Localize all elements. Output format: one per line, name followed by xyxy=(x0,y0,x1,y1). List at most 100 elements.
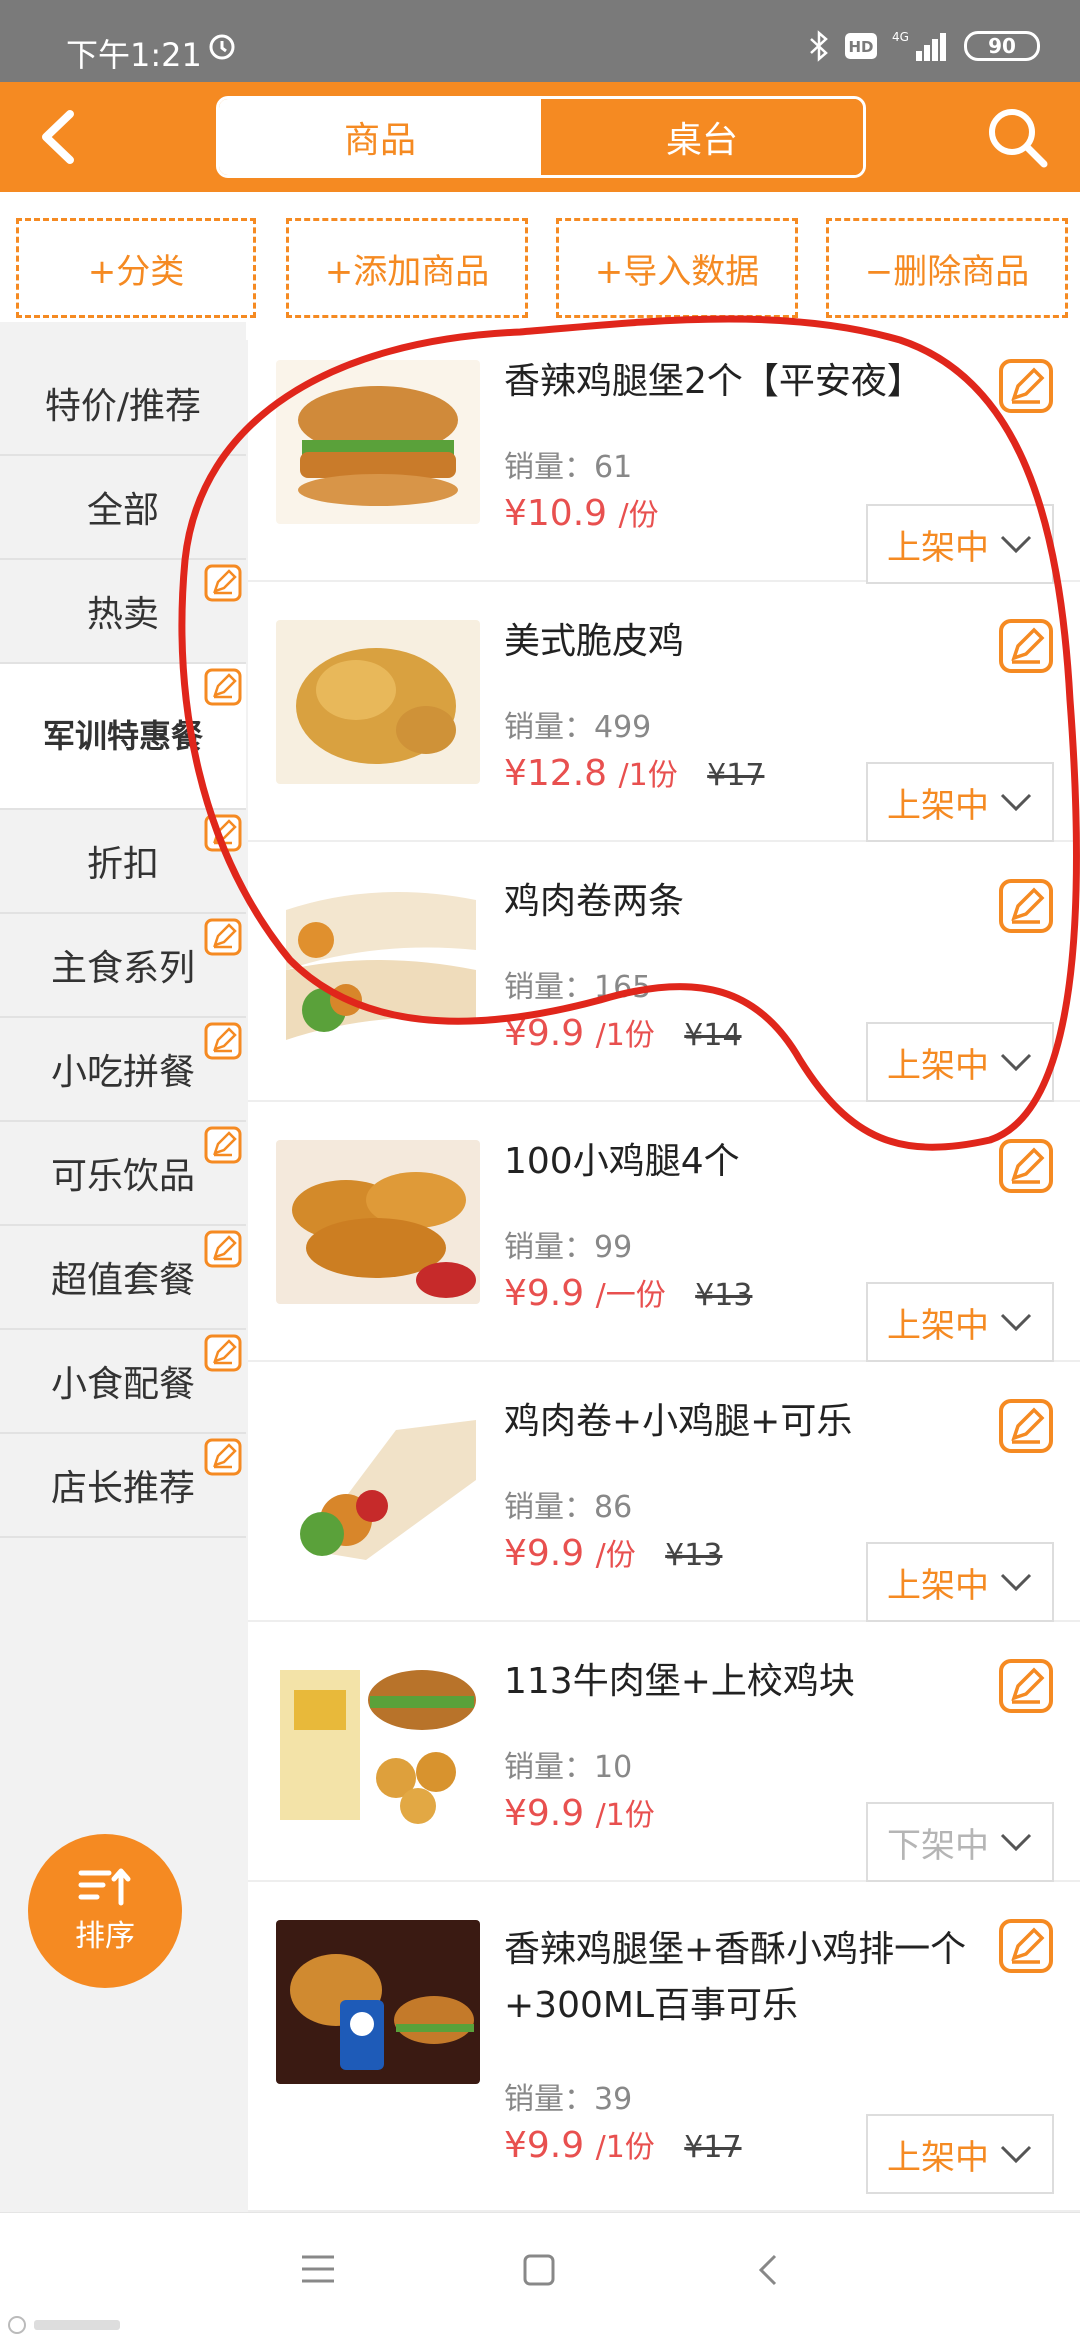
product-sales: 销量：99 xyxy=(504,1230,633,1265)
segment-tabs: 商品 桌台 xyxy=(216,96,866,178)
status-time: 下午1:21 xyxy=(66,36,202,74)
category-item-active[interactable]: 军训特惠餐 xyxy=(0,664,246,810)
product-sales: 销量：165 xyxy=(504,970,652,1005)
product-original-price: ¥13 xyxy=(695,1278,753,1313)
category-item[interactable]: 超值套餐 xyxy=(0,1226,246,1330)
product-unit: /1份 xyxy=(595,1798,655,1833)
edit-icon[interactable] xyxy=(998,358,1054,414)
product-price: ¥10.9 xyxy=(504,493,608,534)
product-name: 鸡肉卷+小鸡腿+可乐 xyxy=(504,1401,853,1442)
product-card[interactable]: 香辣鸡腿堡+香酥小鸡排一个+300ML百事可乐 销量：39 ¥9.9 /1份 ¥… xyxy=(248,1882,1080,2212)
category-item[interactable]: 折扣 xyxy=(0,810,246,914)
product-original-price: ¥17 xyxy=(707,758,765,793)
product-card[interactable]: 美式脆皮鸡 销量：499 ¥12.8 /1份 ¥17 上架中 xyxy=(248,582,1080,842)
shelf-status-dropdown[interactable]: 上架中 xyxy=(866,504,1054,584)
category-item[interactable]: 热卖 xyxy=(0,560,246,664)
edit-icon[interactable] xyxy=(204,1230,242,1268)
shelf-status-dropdown[interactable]: 上架中 xyxy=(866,1542,1054,1622)
product-price-row: ¥9.9 /一份 ¥13 xyxy=(504,1270,752,1314)
edit-icon[interactable] xyxy=(998,618,1054,674)
product-original-price: ¥14 xyxy=(684,1018,742,1053)
shelf-status-label: 上架中 xyxy=(887,1045,989,1086)
category-label: 店长推荐 xyxy=(50,1468,195,1509)
shelf-status-dropdown[interactable]: 上架中 xyxy=(866,2114,1054,2194)
edit-icon[interactable] xyxy=(204,814,242,852)
chevron-down-icon xyxy=(1000,1833,1032,1852)
category-label: 全部 xyxy=(86,490,159,531)
category-label: 特价/推荐 xyxy=(44,386,202,427)
edit-icon[interactable] xyxy=(204,1022,242,1060)
product-image xyxy=(276,1140,480,1304)
shelf-status-dropdown[interactable]: 上架中 xyxy=(866,1282,1054,1362)
action-bar: +分类 +添加商品 +导入数据 −删除商品 xyxy=(0,192,1080,340)
product-price-row: ¥10.9 /份 xyxy=(504,490,659,534)
menu-icon[interactable] xyxy=(300,2253,336,2285)
shelf-status-dropdown[interactable]: 下架中 xyxy=(866,1802,1054,1882)
product-name: 香辣鸡腿堡+香酥小鸡排一个+300ML百事可乐 xyxy=(504,1929,967,2026)
edit-icon[interactable] xyxy=(204,1126,242,1164)
product-card[interactable]: 100小鸡腿4个 销量：99 ¥9.9 /一份 ¥13 上架中 xyxy=(248,1102,1080,1362)
watermark-logo xyxy=(8,2316,120,2334)
edit-icon[interactable] xyxy=(998,878,1054,934)
product-image xyxy=(276,880,480,1044)
chevron-down-icon xyxy=(1000,1053,1032,1072)
category-item[interactable]: 主食系列 xyxy=(0,914,246,1018)
product-price: ¥9.9 xyxy=(504,1793,585,1834)
edit-icon[interactable] xyxy=(204,564,242,602)
product-card[interactable]: 鸡肉卷两条 销量：165 ¥9.9 /1份 ¥14 上架中 xyxy=(248,842,1080,1102)
category-item[interactable]: 可乐饮品 xyxy=(0,1122,246,1226)
product-unit: /一份 xyxy=(595,1278,666,1313)
product-price-row: ¥12.8 /1份 ¥17 xyxy=(504,750,764,794)
product-list: 香辣鸡腿堡2个【平安夜】 销量：61 ¥10.9 /份 上架中 美式脆皮鸡 销量… xyxy=(248,322,1080,2212)
category-item[interactable]: 小食配餐 xyxy=(0,1330,246,1434)
category-item[interactable]: 全部 xyxy=(0,456,246,560)
add-product-button[interactable]: +添加商品 xyxy=(286,218,528,318)
product-price-row: ¥9.9 /1份 ¥14 xyxy=(504,1010,742,1054)
category-item[interactable]: 店长推荐 xyxy=(0,1434,246,1538)
shelf-status-label: 上架中 xyxy=(887,2137,989,2178)
back-icon[interactable] xyxy=(756,2253,780,2287)
product-card[interactable]: 鸡肉卷+小鸡腿+可乐 销量：86 ¥9.9 /份 ¥13 上架中 xyxy=(248,1362,1080,1622)
search-icon[interactable] xyxy=(984,104,1050,170)
edit-icon[interactable] xyxy=(204,1334,242,1372)
edit-icon[interactable] xyxy=(998,1398,1054,1454)
shelf-status-label: 下架中 xyxy=(887,1825,989,1866)
product-card[interactable]: 113牛肉堡+上校鸡块 销量：10 ¥9.9 /1份 下架中 xyxy=(248,1622,1080,1882)
home-icon[interactable] xyxy=(522,2253,556,2287)
product-name: 鸡肉卷两条 xyxy=(504,881,685,922)
product-card[interactable]: 香辣鸡腿堡2个【平安夜】 销量：61 ¥10.9 /份 上架中 xyxy=(248,322,1080,584)
edit-icon[interactable] xyxy=(998,1138,1054,1194)
shelf-status-label: 上架中 xyxy=(887,785,989,826)
category-item[interactable]: 小吃拼餐 xyxy=(0,1018,246,1122)
add-category-button[interactable]: +分类 xyxy=(16,218,256,318)
import-data-button[interactable]: +导入数据 xyxy=(556,218,798,318)
product-unit: /1份 xyxy=(595,2130,655,2165)
product-unit: /份 xyxy=(595,1538,636,1573)
product-original-price: ¥17 xyxy=(684,2130,742,2165)
edit-icon[interactable] xyxy=(204,668,242,706)
edit-icon[interactable] xyxy=(998,1658,1054,1714)
svg-text:HD: HD xyxy=(848,38,873,56)
shelf-status-label: 上架中 xyxy=(887,527,989,568)
edit-icon[interactable] xyxy=(204,1438,242,1476)
tab-tables[interactable]: 桌台 xyxy=(541,99,863,175)
tab-products[interactable]: 商品 xyxy=(219,99,541,175)
product-image xyxy=(276,1920,480,2084)
category-item[interactable]: 特价/推荐 xyxy=(0,352,246,456)
product-price-row: ¥9.9 /1份 xyxy=(504,1790,655,1834)
chevron-left-icon[interactable] xyxy=(30,104,90,170)
delete-product-button[interactable]: −删除商品 xyxy=(826,218,1068,318)
chevron-down-icon xyxy=(1000,793,1032,812)
sort-button[interactable]: 排序 xyxy=(28,1834,182,1988)
category-label: 热卖 xyxy=(86,594,159,635)
edit-icon[interactable] xyxy=(204,918,242,956)
network-label: 4G xyxy=(892,30,909,44)
shelf-status-dropdown[interactable]: 上架中 xyxy=(866,1022,1054,1102)
category-label: 主食系列 xyxy=(50,948,195,989)
edit-icon[interactable] xyxy=(998,1918,1054,1974)
shelf-status-label: 上架中 xyxy=(887,1305,989,1346)
shelf-status-dropdown[interactable]: 上架中 xyxy=(866,762,1054,842)
product-unit: /份 xyxy=(618,498,659,533)
product-sales: 销量：499 xyxy=(504,710,652,745)
chevron-down-icon xyxy=(1000,2145,1032,2164)
